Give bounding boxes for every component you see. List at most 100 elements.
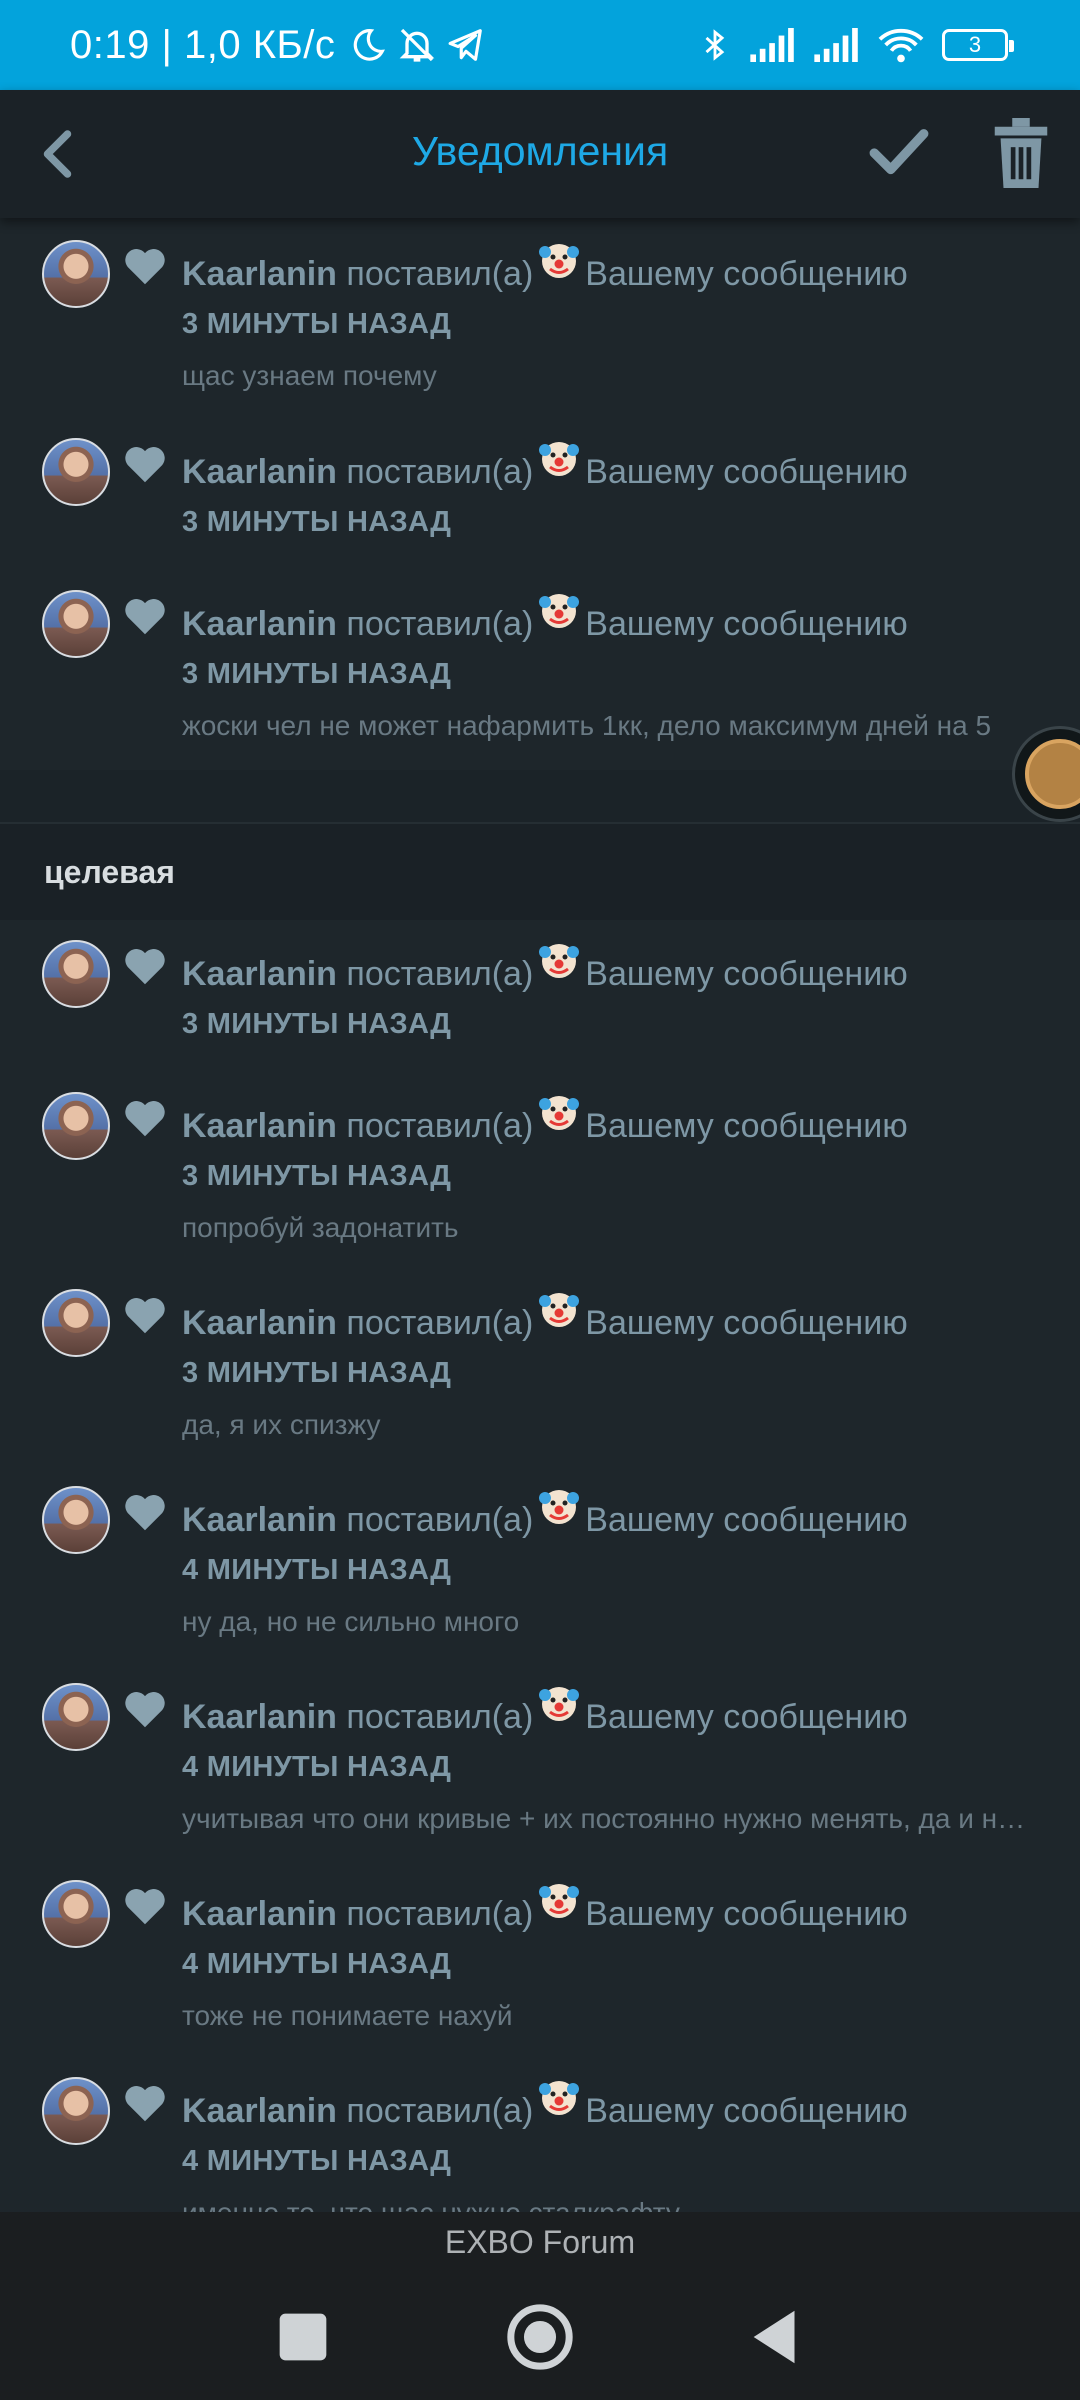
clown-emoji-icon	[539, 1092, 580, 1132]
app-bar: Уведомления	[0, 90, 1080, 218]
status-bar: 0:19 | 1,0 КБ/с 3	[0, 0, 1080, 90]
notification-text: Kaarlanin поставил(а) Вашему сообщению	[182, 1096, 908, 1146]
notification-item[interactable]: Kaarlanin поставил(а) Вашему сообщению 4 …	[0, 2065, 1080, 2212]
target-text[interactable]: Вашему сообщению	[585, 453, 907, 491]
target-text[interactable]: Вашему сообщению	[585, 255, 907, 293]
notification-item[interactable]: Kaarlanin поставил(а) Вашему сообщению 3 …	[0, 1080, 1080, 1255]
avatar[interactable]	[42, 940, 110, 1008]
action-text: поставил(а)	[346, 955, 534, 993]
username[interactable]: Kaarlanin	[182, 1501, 337, 1539]
action-text: поставил(а)	[346, 1304, 534, 1342]
username[interactable]: Kaarlanin	[182, 1304, 337, 1342]
username[interactable]: Kaarlanin	[182, 453, 337, 491]
heart-icon	[125, 949, 165, 985]
target-text[interactable]: Вашему сообщению	[585, 1501, 907, 1539]
home-circle-icon[interactable]	[505, 2302, 575, 2372]
heart-icon	[125, 1692, 165, 1728]
username[interactable]: Kaarlanin	[182, 1895, 337, 1933]
username[interactable]: Kaarlanin	[182, 605, 337, 643]
telegram-icon	[448, 29, 483, 61]
section-title: целевая	[44, 854, 175, 890]
target-text[interactable]: Вашему сообщению	[585, 1895, 907, 1933]
notification-text: Kaarlanin поставил(а) Вашему сообщению	[182, 944, 908, 994]
target-text[interactable]: Вашему сообщению	[585, 2092, 907, 2130]
clown-emoji-icon	[539, 438, 580, 478]
section-divider	[0, 770, 1080, 824]
target-text[interactable]: Вашему сообщению	[585, 1107, 907, 1145]
screen: 0:19 | 1,0 КБ/с 3 Уведомления Kaarlanin …	[0, 0, 1080, 2400]
username[interactable]: Kaarlanin	[182, 1698, 337, 1736]
notification-item[interactable]: Kaarlanin поставил(а) Вашему сообщению 3 …	[0, 930, 1080, 1070]
username[interactable]: Kaarlanin	[182, 2092, 337, 2130]
avatar[interactable]	[42, 1092, 110, 1160]
message-excerpt: щас узнаем почему	[182, 360, 437, 391]
action-text: поставил(а)	[346, 605, 534, 643]
avatar[interactable]	[42, 2077, 110, 2145]
notification-text: Kaarlanin поставил(а) Вашему сообщению	[182, 594, 908, 644]
signal-icon	[750, 28, 794, 62]
message-excerpt: попробуй задонатить	[182, 1212, 459, 1243]
notification-item[interactable]: Kaarlanin поставил(а) Вашему сообщению 4 …	[0, 1671, 1080, 1846]
clown-emoji-icon	[539, 1683, 580, 1723]
notification-item[interactable]: Kaarlanin поставил(а) Вашему сообщению 3 …	[0, 423, 1080, 563]
notification-item[interactable]: Kaarlanin поставил(а) Вашему сообщению 3 …	[0, 575, 1080, 750]
avatar[interactable]	[42, 240, 110, 308]
action-text: поставил(а)	[346, 1107, 534, 1145]
wifi-icon	[878, 29, 924, 63]
system-nav-bar	[0, 2272, 1080, 2400]
action-text: поставил(а)	[346, 1501, 534, 1539]
action-text: поставил(а)	[346, 2092, 534, 2130]
recents-square-icon[interactable]	[268, 2302, 338, 2372]
notification-item[interactable]: Kaarlanin поставил(а) Вашему сообщению 4 …	[0, 1868, 1080, 2043]
username[interactable]: Kaarlanin	[182, 255, 337, 293]
message-excerpt: да, я их спизжу	[182, 1409, 381, 1440]
status-right-icons: 3	[698, 25, 1014, 65]
bluetooth-icon	[705, 29, 725, 61]
app-name-label: EXBO Forum	[0, 2212, 1080, 2272]
heart-icon	[125, 599, 165, 635]
notification-text: Kaarlanin поставил(а) Вашему сообщению	[182, 442, 908, 492]
username[interactable]: Kaarlanin	[182, 955, 337, 993]
heart-icon	[125, 2086, 165, 2122]
avatar[interactable]	[42, 590, 110, 658]
avatar[interactable]	[42, 1289, 110, 1357]
status-left-icons	[349, 25, 485, 65]
timestamp: 4 МИНУТЫ НАЗАД	[182, 1751, 452, 1783]
message-excerpt: жоски чел не может нафармить 1кк, дело м…	[182, 710, 992, 741]
notification-text: Kaarlanin поставил(а) Вашему сообщению	[182, 244, 908, 294]
avatar[interactable]	[42, 1486, 110, 1554]
message-excerpt: тоже не понимаете нахуй	[182, 2000, 513, 2031]
clown-emoji-icon	[539, 1486, 580, 1526]
avatar[interactable]	[42, 1880, 110, 1948]
check-icon[interactable]	[866, 120, 932, 186]
clown-emoji-icon	[539, 2077, 580, 2117]
notification-text: Kaarlanin поставил(а) Вашему сообщению	[182, 1293, 908, 1343]
avatar[interactable]	[42, 1683, 110, 1751]
notification-item[interactable]: Kaarlanin поставил(а) Вашему сообщению 3 …	[0, 1277, 1080, 1452]
message-excerpt: именно то, что щас нужно сталкрафту	[182, 2197, 1040, 2212]
username[interactable]: Kaarlanin	[182, 1107, 337, 1145]
target-text[interactable]: Вашему сообщению	[585, 1304, 907, 1342]
back-triangle-icon[interactable]	[742, 2302, 812, 2372]
target-text[interactable]: Вашему сообщению	[585, 1698, 907, 1736]
section-header: целевая	[0, 822, 1080, 920]
avatar[interactable]	[42, 438, 110, 506]
target-text[interactable]: Вашему сообщению	[585, 605, 907, 643]
clown-emoji-icon	[539, 240, 580, 280]
clown-emoji-icon	[539, 590, 580, 630]
message-excerpt: учитывая что они кривые + их постоянно н…	[182, 1803, 1040, 1834]
trash-icon[interactable]	[990, 118, 1052, 188]
notification-item[interactable]: Kaarlanin поставил(а) Вашему сообщению 4 …	[0, 1474, 1080, 1649]
notification-text: Kaarlanin поставил(а) Вашему сообщению	[182, 1490, 908, 1540]
action-text: поставил(а)	[346, 1895, 534, 1933]
target-text[interactable]: Вашему сообщению	[585, 955, 907, 993]
clown-emoji-icon	[539, 1880, 580, 1920]
notification-item[interactable]: Kaarlanin поставил(а) Вашему сообщению 3 …	[0, 218, 1080, 391]
timestamp: 3 МИНУТЫ НАЗАД	[182, 1160, 452, 1192]
notification-list: Kaarlanin поставил(а) Вашему сообщению 3 …	[0, 218, 1080, 2212]
timestamp: 4 МИНУТЫ НАЗАД	[182, 1948, 452, 1980]
action-text: поставил(а)	[346, 1698, 534, 1736]
status-time: 0:19 | 1,0 КБ/с	[70, 22, 336, 67]
timestamp: 3 МИНУТЫ НАЗАД	[182, 308, 452, 340]
clown-emoji-icon	[539, 1289, 580, 1329]
